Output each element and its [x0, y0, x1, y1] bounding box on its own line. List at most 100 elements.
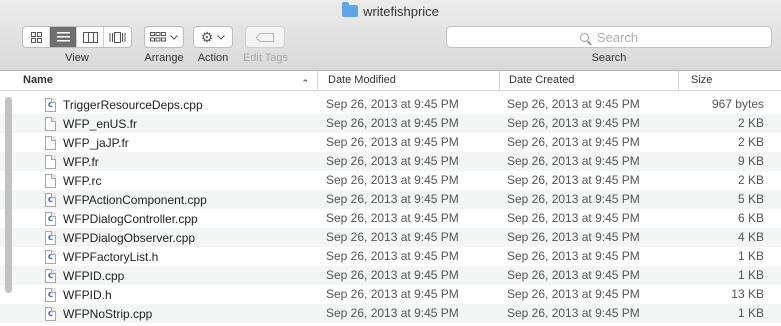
file-date-created: Sep 26, 2013 at 9:45 PM — [507, 287, 640, 301]
file-name: WFPDialogObserver.cpp — [63, 230, 196, 245]
file-size: 1 KB — [737, 249, 764, 263]
list-view-button[interactable] — [50, 27, 77, 47]
arrange-label: Arrange — [144, 52, 184, 64]
file-row[interactable]: WFP_enUS.fr Sep 26, 2013 at 9:45 PM Sep 26… — [0, 114, 781, 133]
column-created-label: Date Created — [509, 74, 575, 86]
file-name: WFP.fr — [63, 154, 99, 169]
column-header-date-created[interactable]: Date Created — [499, 71, 678, 90]
cpp-file-icon: c — [45, 211, 56, 226]
file-row[interactable]: c WFPID.cpp Sep 26, 2013 at 9:45 PM Sep 26,… — [0, 266, 781, 285]
file-date-modified: Sep 26, 2013 at 9:45 PM — [326, 97, 459, 111]
file-row[interactable]: c WFPID.h Sep 26, 2013 at 9:45 PM Sep 26, 2… — [0, 285, 781, 304]
file-name: WFP_jaJP.fr — [63, 135, 129, 150]
toolbar: writefishprice View Arrange ⚙ Action Edi… — [0, 0, 781, 71]
file-date-created: Sep 26, 2013 at 9:45 PM — [507, 230, 640, 244]
file-date-created: Sep 26, 2013 at 9:45 PM — [507, 154, 640, 168]
action-button[interactable]: ⚙ — [193, 26, 233, 48]
text-file-icon — [45, 135, 56, 150]
file-name-cell: c WFPActionComponent.cpp — [45, 190, 207, 209]
column-view-button[interactable] — [77, 27, 104, 47]
column-view-icon — [82, 31, 98, 43]
icon-view-icon — [30, 31, 42, 43]
column-header-name[interactable]: Name ⌃ — [17, 71, 317, 90]
file-row[interactable]: WFP.fr Sep 26, 2013 at 9:45 PM Sep 26, 201… — [0, 152, 781, 171]
file-date-modified: Sep 26, 2013 at 9:45 PM — [326, 268, 459, 282]
file-row[interactable]: c WFPActionComponent.cpp Sep 26, 2013 at 9… — [0, 190, 781, 209]
file-name: WFP_enUS.fr — [63, 116, 138, 131]
file-date-created: Sep 26, 2013 at 9:45 PM — [507, 268, 640, 282]
file-date-modified: Sep 26, 2013 at 9:45 PM — [326, 249, 459, 263]
file-size: 13 KB — [731, 287, 764, 301]
file-size: 967 bytes — [711, 97, 764, 111]
file-row[interactable]: WFP.rc Sep 26, 2013 at 9:45 PM Sep 26, 201… — [0, 171, 781, 190]
folder-icon — [342, 2, 359, 17]
file-row[interactable]: c WFPNoStrip.cpp Sep 26, 2013 at 9:45 PM Se… — [0, 304, 781, 323]
cover-flow-icon — [109, 31, 126, 43]
file-name: WFP.rc — [63, 173, 102, 188]
cpp-file-icon: c — [45, 192, 56, 207]
column-size-label: Size — [691, 74, 713, 86]
file-date-created: Sep 26, 2013 at 9:45 PM — [507, 306, 640, 320]
view-mode-control[interactable] — [22, 26, 132, 48]
tag-icon — [256, 32, 274, 42]
column-modified-label: Date Modified — [328, 74, 396, 86]
file-size: 9 KB — [737, 154, 764, 168]
file-date-created: Sep 26, 2013 at 9:45 PM — [507, 249, 640, 263]
file-row[interactable]: c WFPFactoryList.h Sep 26, 2013 at 9:45 PM… — [0, 247, 781, 266]
file-date-created: Sep 26, 2013 at 9:45 PM — [507, 97, 640, 111]
file-date-modified: Sep 26, 2013 at 9:45 PM — [326, 211, 459, 225]
edit-tags-button[interactable] — [245, 26, 285, 48]
header-file-icon: c — [45, 287, 56, 302]
file-size: 4 KB — [737, 230, 764, 244]
cover-flow-view-button[interactable] — [104, 27, 131, 47]
file-size: 5 KB — [737, 192, 764, 206]
file-name-cell: WFP_enUS.fr — [45, 114, 137, 133]
file-date-modified: Sep 26, 2013 at 9:45 PM — [326, 192, 459, 206]
file-size: 2 KB — [737, 173, 764, 187]
column-header-date-modified[interactable]: Date Modified — [317, 71, 499, 90]
arrange-button[interactable] — [144, 26, 184, 48]
file-size: 2 KB — [737, 116, 764, 130]
cpp-file-icon: c — [45, 230, 56, 245]
file-date-created: Sep 26, 2013 at 9:45 PM — [507, 192, 640, 206]
file-row[interactable]: c WFPDialogObserver.cpp Sep 26, 2013 at 9:… — [0, 228, 781, 247]
gear-icon: ⚙ — [200, 29, 214, 45]
search-label: Search — [591, 52, 627, 64]
file-name: WFPDialogController.cpp — [63, 211, 198, 226]
file-size: 1 KB — [737, 268, 764, 282]
search-input[interactable]: Search — [446, 26, 772, 48]
file-date-created: Sep 26, 2013 at 9:45 PM — [507, 173, 640, 187]
icon-view-button[interactable] — [23, 27, 50, 47]
file-name-cell: c WFPID.cpp — [45, 266, 124, 285]
file-date-modified: Sep 26, 2013 at 9:45 PM — [326, 135, 459, 149]
file-date-created: Sep 26, 2013 at 9:45 PM — [507, 211, 640, 225]
file-name-cell: c WFPFactoryList.h — [45, 247, 158, 266]
file-name: TriggerResourceDeps.cpp — [63, 97, 203, 112]
window-title: writefishprice — [363, 4, 439, 19]
file-name-cell: c WFPID.h — [45, 285, 112, 304]
file-name-cell: WFP.fr — [45, 152, 99, 171]
header-file-icon: c — [45, 249, 56, 264]
cpp-file-icon: c — [45, 306, 56, 321]
chevron-down-icon — [170, 34, 178, 40]
window-title-bar: writefishprice — [0, 2, 781, 19]
column-header-size[interactable]: Size — [678, 71, 781, 90]
file-name-cell: WFP_jaJP.fr — [45, 133, 129, 152]
text-file-icon — [45, 116, 56, 131]
file-name: WFPID.h — [63, 287, 112, 302]
file-size: 2 KB — [737, 135, 764, 149]
file-date-modified: Sep 26, 2013 at 9:45 PM — [326, 154, 459, 168]
cpp-file-icon: c — [45, 97, 56, 112]
file-row[interactable]: c WFPDialogController.cpp Sep 26, 2013 at … — [0, 209, 781, 228]
file-size: 1 KB — [737, 306, 764, 320]
file-row[interactable]: c TriggerResourceDeps.cpp Sep 26, 2013 at … — [0, 95, 781, 114]
file-name: WFPID.cpp — [63, 268, 125, 283]
file-date-created: Sep 26, 2013 at 9:45 PM — [507, 135, 640, 149]
scrollbar[interactable] — [5, 97, 12, 293]
action-label: Action — [197, 52, 229, 64]
file-name-cell: c WFPDialogObserver.cpp — [45, 228, 195, 247]
list-view-icon — [56, 32, 70, 42]
edit-tags-label: Edit Tags — [242, 52, 289, 64]
file-name: WFPFactoryList.h — [63, 249, 159, 264]
file-row[interactable]: WFP_jaJP.fr Sep 26, 2013 at 9:45 PM Sep 26… — [0, 133, 781, 152]
